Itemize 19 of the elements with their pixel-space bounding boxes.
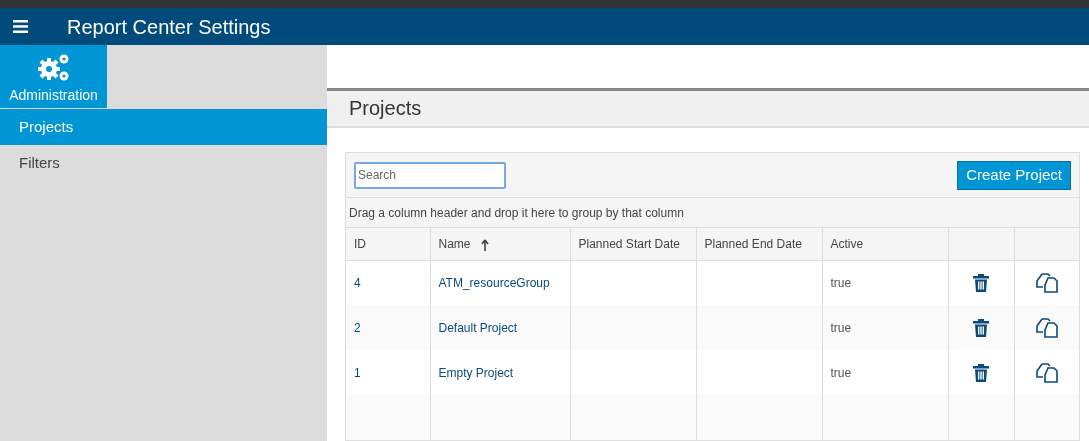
trash-icon[interactable] xyxy=(973,318,989,337)
sort-arrow-icon xyxy=(480,238,489,251)
trash-icon[interactable] xyxy=(973,363,989,382)
column-header[interactable]: Planned Start Date xyxy=(570,228,696,260)
copy-icon[interactable] xyxy=(1035,317,1058,338)
search-field[interactable]: Search xyxy=(354,161,506,189)
copy-icon[interactable] xyxy=(1035,362,1058,383)
column-header[interactable]: Active xyxy=(822,228,948,260)
column-header[interactable]: Name xyxy=(430,228,570,260)
app-title: Report Center Settings xyxy=(67,14,271,40)
sidebar-item[interactable]: Filters xyxy=(0,145,327,181)
gears-icon xyxy=(36,53,71,83)
column-header[interactable]: ID xyxy=(346,228,430,260)
page-title: Projects xyxy=(349,96,422,122)
column-header[interactable]: Planned End Date xyxy=(696,228,822,260)
copy-icon[interactable] xyxy=(1035,272,1058,293)
group-hint: Drag a column header and drop it here to group by that column xyxy=(349,204,684,222)
trash-icon[interactable] xyxy=(973,273,989,292)
menu-icon[interactable] xyxy=(13,20,28,33)
